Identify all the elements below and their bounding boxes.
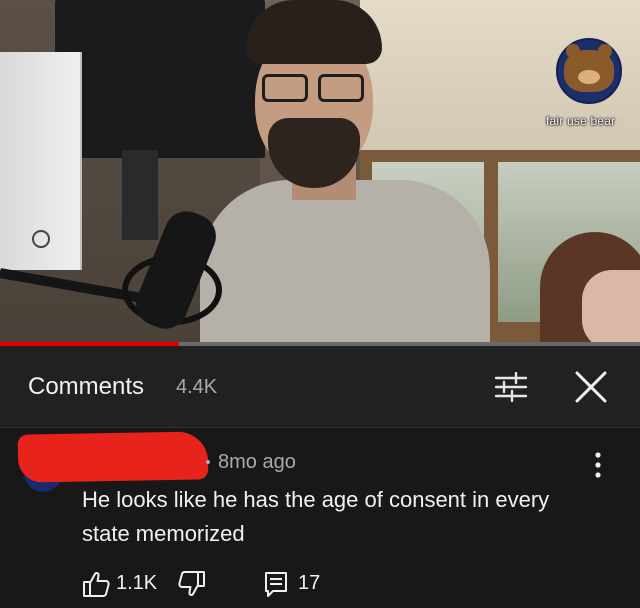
- watermark-text: fair use bear: [546, 114, 616, 128]
- video-glasses: [262, 74, 366, 104]
- comments-header: Comments 4.4K: [0, 346, 640, 428]
- thumbs-up-icon: [83, 571, 110, 597]
- comment-timestamp: 8mo ago: [218, 451, 296, 473]
- comment-item: 8mo ago He looks like he has the age of …: [0, 428, 640, 608]
- redacted-username: [17, 431, 209, 483]
- reply-count: 17: [298, 572, 321, 594]
- close-icon[interactable]: [574, 370, 608, 404]
- bear-icon: [564, 44, 614, 92]
- vertical-ellipsis-icon[interactable]: [590, 450, 606, 480]
- comments-count: 4.4K: [176, 376, 218, 398]
- comment-reply-icon: [265, 572, 287, 597]
- comment-text: He looks like he has the age of consent …: [82, 487, 550, 546]
- like-button[interactable]: 1.1K: [82, 568, 162, 600]
- video-person: [200, 180, 490, 344]
- reply-button[interactable]: 17: [264, 568, 334, 600]
- separator-dot: [206, 460, 210, 464]
- video-monitor: [55, 0, 265, 158]
- sort-filter-icon[interactable]: [494, 372, 528, 402]
- thumbs-down-icon[interactable]: [174, 570, 206, 598]
- video-player[interactable]: fair use bear: [0, 0, 640, 344]
- like-count: 1.1K: [116, 572, 158, 594]
- comments-title: Comments: [28, 373, 145, 400]
- fair-use-bear-logo: [556, 38, 622, 104]
